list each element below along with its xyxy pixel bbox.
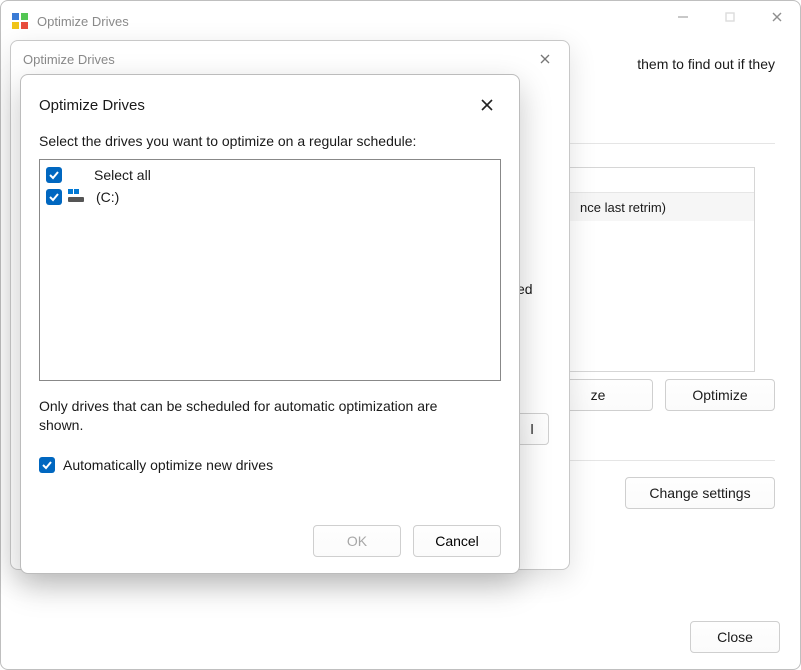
auto-optimize-label: Automatically optimize new drives (63, 457, 273, 473)
ok-button[interactable]: OK (313, 525, 401, 557)
dialog-buttons: OK Cancel (313, 525, 501, 557)
minimize-button[interactable] (659, 1, 706, 33)
choose-drives-dialog: Optimize Drives Select the drives you wa… (20, 74, 520, 574)
auto-optimize-row[interactable]: Automatically optimize new drives (39, 457, 501, 473)
auto-optimize-checkbox[interactable] (39, 457, 55, 473)
maximize-button[interactable] (706, 1, 753, 33)
table-cell-fragment: nce last retrim) (580, 200, 754, 215)
main-window-title: Optimize Drives (37, 14, 129, 29)
list-item[interactable]: (C:) (46, 186, 494, 208)
drive-checkbox[interactable] (46, 189, 62, 205)
windows-drive-icon (68, 189, 86, 205)
defrag-app-icon (11, 12, 29, 30)
mid-button-fragment[interactable]: l (515, 413, 549, 445)
instruction-text: Select the drives you want to optimize o… (39, 133, 501, 149)
cancel-button[interactable]: Cancel (413, 525, 501, 557)
change-settings-button[interactable]: Change settings (625, 477, 775, 509)
drive-list[interactable]: Select all (C:) (39, 159, 501, 381)
select-all-row[interactable]: Select all (46, 164, 494, 186)
main-close-button[interactable]: Close (690, 621, 780, 653)
select-all-label: Select all (90, 167, 151, 183)
close-button[interactable] (753, 1, 800, 33)
drive-label: (C:) (92, 189, 119, 205)
optimize-button[interactable]: Optimize (665, 379, 775, 411)
main-window-controls (659, 1, 800, 33)
select-all-checkbox[interactable] (46, 167, 62, 183)
action-buttons: ze Optimize (543, 379, 775, 411)
schedule-dialog-close-icon[interactable] (527, 45, 563, 73)
note-text: Only drives that can be scheduled for au… (39, 397, 479, 435)
schedule-dialog-title: Optimize Drives (11, 41, 569, 77)
table-header-fragment: s (548, 173, 755, 188)
choose-drives-close-icon[interactable] (473, 91, 501, 119)
choose-drives-title: Optimize Drives (39, 97, 145, 114)
